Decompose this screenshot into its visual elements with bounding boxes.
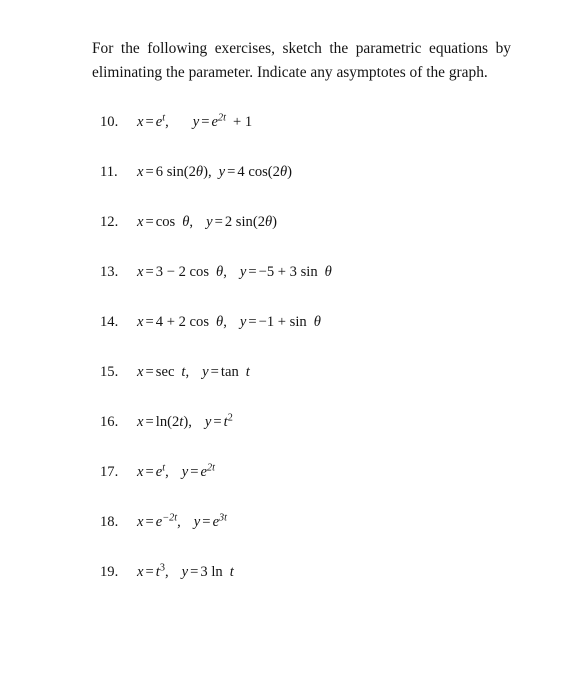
x-tail: ), bbox=[183, 414, 192, 430]
exercise-equations: x = 4 + 2 cos θ, y = −1 + sin θ bbox=[137, 312, 321, 332]
exercise-equations: x = et, y = e2t bbox=[137, 462, 215, 482]
equals-sign: = bbox=[145, 414, 154, 430]
y-body: −1 + sin bbox=[258, 314, 307, 330]
y-exponent: 2t bbox=[218, 112, 226, 124]
exercise-number: 19. bbox=[100, 564, 119, 580]
theta-symbol: θ bbox=[324, 264, 332, 280]
x-tail: , bbox=[177, 514, 181, 530]
equals-sign: = bbox=[213, 414, 222, 430]
exercise-item-10: 10. x = et, y = e2t + 1 bbox=[0, 112, 573, 162]
exercise-item-17: 17. x = et, y = e2t bbox=[0, 462, 573, 512]
x-body: 3 − 2 cos bbox=[155, 264, 210, 280]
equals-sign: = bbox=[145, 164, 154, 180]
y-function: tan bbox=[220, 364, 239, 380]
exercise-number: 13. bbox=[100, 264, 119, 280]
y-exponent: 2 bbox=[227, 412, 233, 424]
equals-sign: = bbox=[201, 114, 210, 130]
equals-sign: = bbox=[214, 214, 223, 230]
equals-sign: = bbox=[145, 514, 154, 530]
equals-sign: = bbox=[145, 264, 154, 280]
x-tail: , bbox=[223, 314, 227, 330]
exercise-equations: x = t3, y = 3 ln t bbox=[137, 562, 234, 582]
y-exponent: 3t bbox=[219, 512, 227, 524]
x-body: cos bbox=[155, 214, 176, 230]
exercise-number: 10. bbox=[100, 114, 119, 130]
equals-sign: = bbox=[210, 364, 219, 380]
exercise-item-18: 18. x = e−2t, y = e3t bbox=[0, 512, 573, 562]
exercise-item-19: 19. x = t3, y = 3 ln t bbox=[0, 562, 573, 612]
y-argument: t bbox=[245, 364, 250, 380]
x-tail: , bbox=[165, 114, 169, 130]
exercise-item-16: 16. x = ln(2t), y = t2 bbox=[0, 412, 573, 462]
theta-symbol: θ bbox=[313, 314, 321, 330]
x-body: 6 sin(2 bbox=[155, 164, 196, 180]
exercise-equations: x = ln(2t), y = t2 bbox=[137, 412, 233, 432]
y-variable: y bbox=[206, 214, 213, 230]
x-tail: ), bbox=[203, 164, 212, 180]
exercise-item-11: 11. x = 6 sin(2θ), y = 4 cos(2θ) bbox=[0, 162, 573, 212]
instructions-text: For the following exercises, sketch the … bbox=[92, 40, 511, 81]
exercise-number: 14. bbox=[100, 314, 119, 330]
y-tail: + 1 bbox=[232, 114, 253, 130]
exercise-number: 17. bbox=[100, 464, 119, 480]
y-body: −5 + 3 sin bbox=[258, 264, 318, 280]
x-function: sec bbox=[155, 364, 175, 380]
y-body: 3 ln bbox=[200, 564, 223, 580]
x-tail: , bbox=[165, 464, 169, 480]
exercise-item-13: 13. x = 3 − 2 cos θ, y = −5 + 3 sin θ bbox=[0, 262, 573, 312]
textbook-page: For the following exercises, sketch the … bbox=[0, 0, 573, 700]
y-exponent: 2t bbox=[207, 462, 215, 474]
exercise-equations: x = cos θ, y = 2 sin(2θ) bbox=[137, 212, 277, 232]
exercise-equations: x = e−2t, y = e3t bbox=[137, 512, 227, 532]
equals-sign: = bbox=[190, 464, 199, 480]
x-function: ln(2 bbox=[155, 414, 180, 430]
exercise-equations: x = sec t, y = tan t bbox=[137, 362, 250, 382]
exercise-item-14: 14. x = 4 + 2 cos θ, y = −1 + sin θ bbox=[0, 312, 573, 362]
equals-sign: = bbox=[145, 314, 154, 330]
equals-sign: = bbox=[145, 564, 154, 580]
y-body: 4 cos(2 bbox=[237, 164, 280, 180]
exercise-number: 18. bbox=[100, 514, 119, 530]
exercise-equations: x = et, y = e2t + 1 bbox=[137, 112, 252, 132]
exercise-number: 11. bbox=[100, 164, 118, 180]
equals-sign: = bbox=[190, 564, 199, 580]
equals-sign: = bbox=[227, 164, 236, 180]
exercise-item-15: 15. x = sec t, y = tan t bbox=[0, 362, 573, 412]
equals-sign: = bbox=[145, 114, 154, 130]
y-tail: ) bbox=[272, 214, 278, 230]
x-tail: , bbox=[164, 564, 169, 580]
equals-sign: = bbox=[145, 214, 154, 230]
exercise-instructions: For the following exercises, sketch the … bbox=[92, 37, 511, 84]
equals-sign: = bbox=[248, 314, 257, 330]
exercise-item-12: 12. x = cos θ, y = 2 sin(2θ) bbox=[0, 212, 573, 262]
x-tail: , bbox=[189, 214, 194, 230]
x-exponent: −2t bbox=[162, 512, 178, 524]
equals-sign: = bbox=[145, 364, 154, 380]
exercise-equations: x = 3 − 2 cos θ, y = −5 + 3 sin θ bbox=[137, 262, 332, 282]
y-body: 2 sin(2 bbox=[224, 214, 265, 230]
exercise-number: 12. bbox=[100, 214, 119, 230]
x-tail: , bbox=[223, 264, 227, 280]
x-tail: , bbox=[185, 364, 190, 380]
equals-sign: = bbox=[248, 264, 257, 280]
equals-sign: = bbox=[202, 514, 211, 530]
exercise-number: 16. bbox=[100, 414, 119, 430]
equals-sign: = bbox=[145, 464, 154, 480]
y-variable: y bbox=[202, 364, 209, 380]
exercise-list: 10. x = et, y = e2t + 1 11. x = 6 sin(2θ), y = 4 co… bbox=[0, 112, 573, 612]
exercise-number: 15. bbox=[100, 364, 119, 380]
y-argument: t bbox=[229, 564, 234, 580]
exercise-equations: x = 6 sin(2θ), y = 4 cos(2θ) bbox=[137, 162, 292, 182]
x-body: 4 + 2 cos bbox=[155, 314, 210, 330]
y-tail: ) bbox=[287, 164, 292, 180]
